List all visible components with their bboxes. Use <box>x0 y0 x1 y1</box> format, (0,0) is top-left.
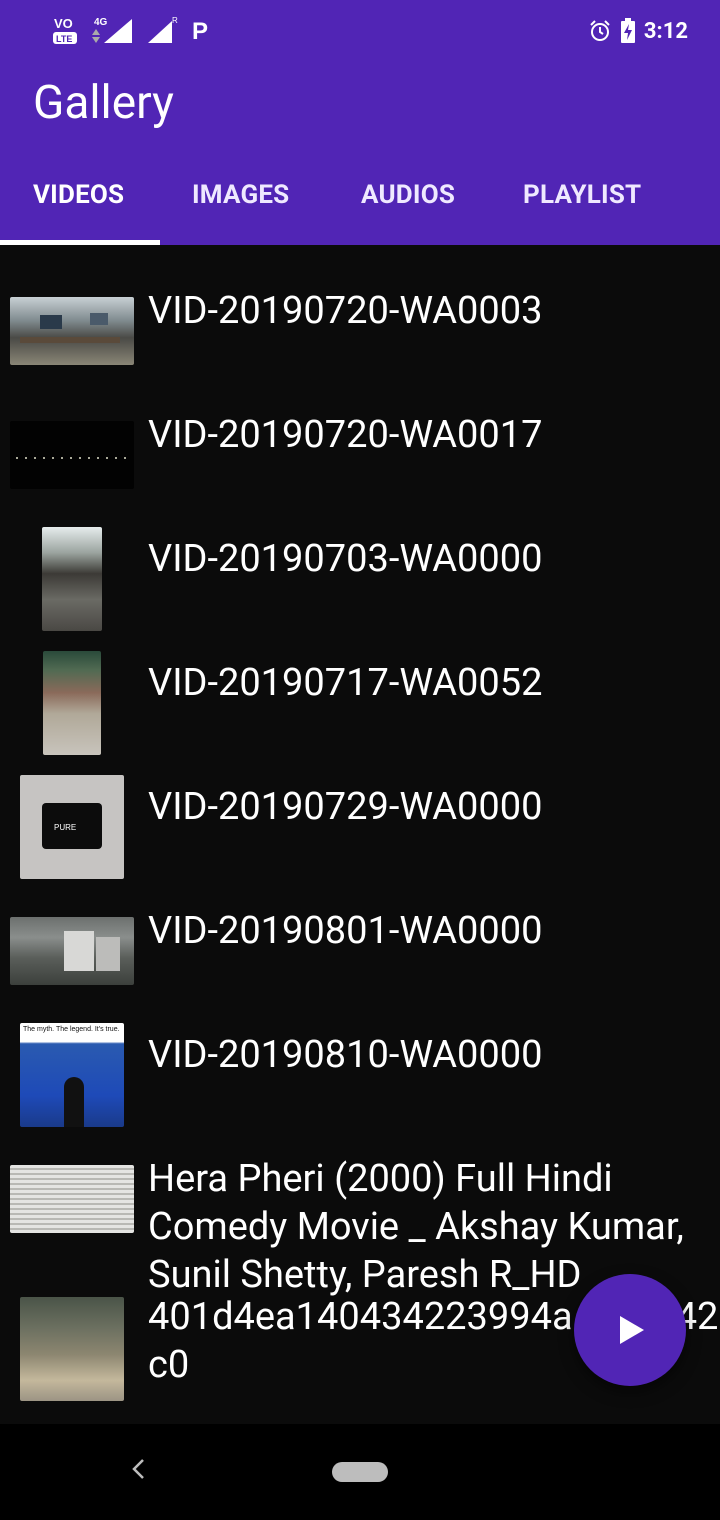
video-title: VID-20190703-WA0000 <box>148 537 543 581</box>
thumbnail-text: The myth. The legend. It's true. <box>23 1026 120 1033</box>
back-icon[interactable] <box>128 1458 150 1480</box>
video-title: VID-20190729-WA0000 <box>148 785 543 829</box>
tab-bar: VIDEOS IMAGES AUDIOS PLAYLIST <box>0 160 720 245</box>
video-thumbnail <box>10 917 134 985</box>
svg-text:LTE: LTE <box>56 34 72 44</box>
video-title: VID-20190801-WA0000 <box>148 909 543 953</box>
volte-icon: VO LTE <box>53 16 77 44</box>
video-thumbnail <box>10 297 134 365</box>
home-pill-icon[interactable] <box>332 1462 388 1482</box>
status-left-icons: VO LTE 4G R x P <box>52 14 214 46</box>
play-fab-button[interactable] <box>574 1274 686 1386</box>
svg-text:P: P <box>192 18 208 45</box>
video-title: VID-20190810-WA0000 <box>148 1033 543 1077</box>
tab-playlist[interactable]: PLAYLIST <box>523 180 641 210</box>
video-thumbnail: The myth. The legend. It's true. <box>20 1023 124 1127</box>
tab-videos[interactable]: VIDEOS <box>33 180 124 210</box>
video-thumbnail <box>43 651 101 755</box>
list-item[interactable]: VID-20190720-WA0017 <box>0 379 720 503</box>
thumbnail-text: PURE <box>54 823 77 832</box>
list-item[interactable]: The myth. The legend. It's true. VID-201… <box>0 999 720 1127</box>
list-item[interactable]: VID-20190703-WA0000 <box>0 503 720 631</box>
signal-r-icon: R x <box>148 16 178 45</box>
video-list: VID-20190720-WA0003 VID-20190720-WA0017 … <box>0 245 720 1425</box>
4g-signal-icon: 4G <box>92 17 132 43</box>
status-right: 3:12 <box>588 18 688 44</box>
play-icon <box>620 1316 644 1344</box>
status-bar: VO LTE 4G R x P 3:12 <box>0 0 720 64</box>
video-thumbnail <box>20 1297 124 1401</box>
list-item[interactable]: VID-20190801-WA0000 <box>0 875 720 999</box>
list-item[interactable]: VID-20190717-WA0052 <box>0 627 720 755</box>
alarm-icon <box>590 20 610 41</box>
svg-text:4G: 4G <box>94 17 108 28</box>
p-icon: P <box>192 18 208 45</box>
list-item[interactable]: PURE VID-20190729-WA0000 <box>0 751 720 879</box>
video-thumbnail <box>10 1165 134 1233</box>
list-item[interactable]: VID-20190720-WA0003 <box>0 255 720 379</box>
page-title: Gallery <box>33 76 174 130</box>
video-title: VID-20190717-WA0052 <box>148 661 543 705</box>
svg-text:R: R <box>172 16 178 25</box>
video-thumbnail <box>42 527 102 631</box>
tab-audios[interactable]: AUDIOS <box>361 180 455 210</box>
battery-charging-icon <box>620 18 635 43</box>
video-title: VID-20190720-WA0017 <box>148 413 543 457</box>
list-item[interactable]: Hera Pheri (2000) Full Hindi Comedy Movi… <box>0 1123 720 1297</box>
status-time: 3:12 <box>643 18 688 44</box>
app-bar: VO LTE 4G R x P 3:12 Gallery VIDEOS IMAG… <box>0 0 720 245</box>
video-thumbnail: PURE <box>20 775 124 879</box>
video-thumbnail <box>10 421 134 489</box>
svg-text:VO: VO <box>54 16 73 31</box>
video-title: VID-20190720-WA0003 <box>148 289 543 333</box>
tab-images[interactable]: IMAGES <box>192 180 289 210</box>
svg-text:x: x <box>166 34 172 45</box>
